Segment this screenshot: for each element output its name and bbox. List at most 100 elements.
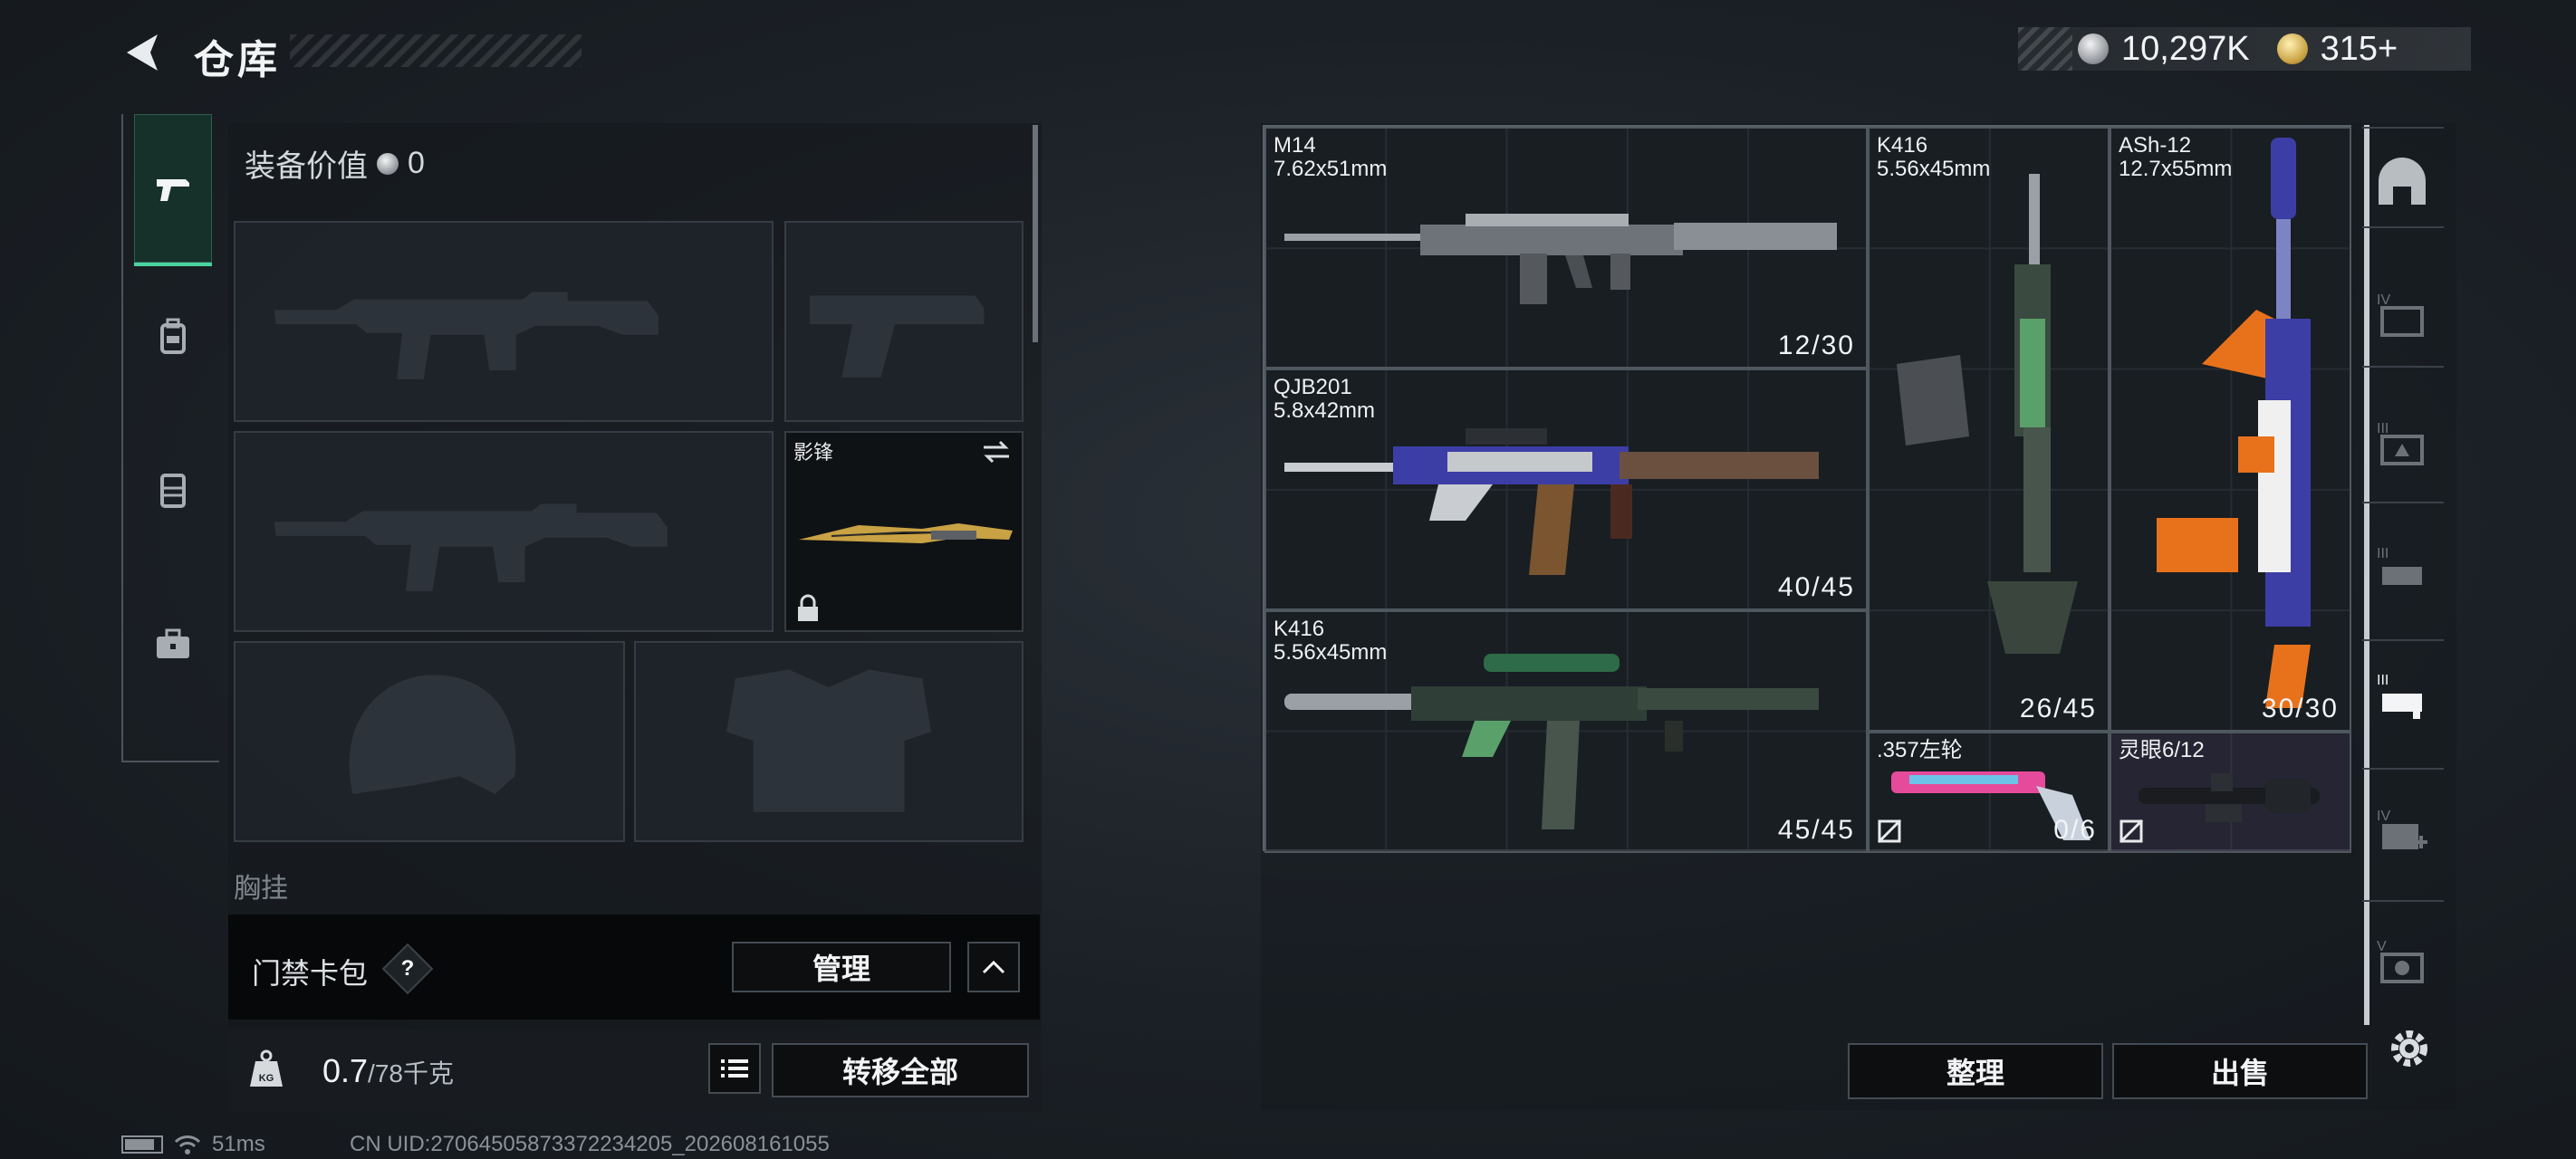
weight-max: /78千克: [368, 1059, 454, 1087]
rifle-placeholder-icon: [274, 292, 658, 379]
briefcase-icon: [157, 628, 189, 658]
rifle-placeholder-icon: [274, 503, 668, 591]
currency-decoration: [2018, 27, 2072, 71]
stash-item-k416-a[interactable]: K416 5.56x45mm 45/45: [1264, 610, 1868, 853]
gold-balance: 315+: [2320, 29, 2398, 68]
back-button[interactable]: [118, 25, 172, 80]
silver-balance: 10,297K: [2121, 29, 2250, 68]
stash-item-scope[interactable]: 灵眼6/12: [2110, 732, 2351, 853]
pistol-icon: [157, 179, 189, 201]
silver-coin-icon: [377, 152, 399, 175]
knife-icon: [799, 523, 1013, 543]
sell-button[interactable]: 出售: [2112, 1043, 2368, 1099]
wifi-icon: [174, 1135, 201, 1154]
svg-text:KG: KG: [259, 1073, 274, 1084]
stash-item-qjb201[interactable]: QJB201 5.8x42mm 40/45: [1264, 369, 1868, 610]
item-count: 45/45: [1777, 815, 1855, 845]
stash-sidebar: IV III III III IV V: [2359, 123, 2446, 1029]
divider: [2362, 366, 2444, 368]
divider: [2362, 502, 2444, 503]
help-icon[interactable]: ?: [381, 943, 434, 995]
stash-page-4b-icon[interactable]: IV: [2373, 802, 2431, 860]
keycard-label: 门禁卡包: [252, 957, 369, 990]
page-title: 仓库: [194, 38, 281, 82]
stash-page-3b-icon[interactable]: III: [2373, 540, 2431, 598]
scope-icon: [2139, 773, 2320, 822]
stash-item-m14[interactable]: M14 7.62x51mm 12/30: [1264, 127, 1868, 369]
gold-coin-icon: [2276, 34, 2308, 64]
swap-icon[interactable]: [980, 438, 1013, 465]
armor-placeholder-icon: [726, 669, 931, 812]
weight-bar: KG 0.7/78千克 转移全部: [228, 1029, 1042, 1112]
stash-item-ash12[interactable]: ASh-12 12.7x55mm 30/30: [2110, 127, 2351, 732]
item-count: 30/30: [2261, 694, 2339, 723]
tidy-button[interactable]: 整理: [1848, 1043, 2103, 1099]
svg-text:III: III: [2377, 673, 2389, 688]
loadout-scrollbar[interactable]: [1033, 125, 1038, 342]
divider: [2362, 127, 2444, 129]
qjb201-rifle-icon: [1284, 428, 1819, 575]
stash-item-357-revolver[interactable]: .357左轮 0/6: [1868, 732, 2110, 853]
helmet-slot[interactable]: [234, 641, 625, 842]
svg-text:V: V: [2377, 939, 2387, 954]
category-tabs: [121, 114, 219, 762]
item-count: 26/45: [2019, 694, 2097, 723]
divider: [2362, 639, 2444, 641]
user-uid: CN UID:27064505873372234205_202608161055: [350, 1132, 830, 1156]
back-arrow-icon: [127, 34, 158, 71]
list-view-button[interactable]: [708, 1043, 761, 1094]
melee-slot[interactable]: 影锋: [784, 431, 1024, 632]
melee-name: 影锋: [793, 441, 834, 464]
battery-icon: [121, 1135, 163, 1154]
k416-rifle-icon: [1284, 654, 1819, 829]
lock-icon: [798, 594, 818, 621]
stash-page-4-icon[interactable]: IV: [2373, 286, 2431, 344]
stash-home-icon[interactable]: [2373, 154, 2431, 212]
item-name: 灵眼6/12: [2119, 738, 2205, 762]
transfer-all-button[interactable]: 转移全部: [772, 1043, 1029, 1097]
stash-page-5-icon[interactable]: V: [2373, 933, 2431, 991]
list-icon: [721, 1059, 748, 1078]
ping-value: 51ms: [212, 1132, 265, 1156]
chest-rig-label: 胸挂: [234, 874, 288, 904]
ash12-rifle-icon: [2157, 138, 2311, 708]
no-ammo-icon: [1877, 819, 1902, 844]
status-bar: 51ms: [121, 1132, 265, 1157]
currency-bar: 10,297K 315+: [2018, 27, 2471, 71]
tab-vest[interactable]: [134, 440, 212, 540]
secondary-weapon-slot[interactable]: [234, 431, 774, 632]
keycard-bar: 门禁卡包 ? 管理: [228, 915, 1040, 1020]
svg-text:IV: IV: [2377, 809, 2390, 824]
collapse-button[interactable]: [967, 942, 1020, 992]
equipment-value: 装备价值 0: [245, 141, 425, 186]
k416-rifle-vertical-icon: [1897, 174, 2078, 654]
chevron-up-icon: [982, 960, 1005, 974]
settings-gear-icon[interactable]: [2384, 1023, 2435, 1074]
tab-backpack[interactable]: [134, 286, 212, 386]
kg-weight-icon: KG: [250, 1049, 283, 1087]
title-decoration: [290, 34, 582, 67]
tab-weapons[interactable]: [134, 114, 212, 266]
backpack-icon: [160, 318, 186, 354]
equipment-value-amount: 0: [408, 146, 425, 180]
svg-text:III: III: [2377, 421, 2389, 436]
item-name: M14 7.62x51mm: [1274, 133, 1388, 181]
svg-text:III: III: [2377, 546, 2389, 561]
item-count: 12/30: [1777, 330, 1855, 360]
m14-rifle-icon: [1284, 214, 1837, 304]
stash-page-3a-icon[interactable]: III: [2373, 415, 2431, 473]
svg-text:IV: IV: [2377, 292, 2390, 308]
stash-item-k416-b[interactable]: K416 5.56x45mm 26/45: [1868, 127, 2110, 732]
silver-coin-icon: [2078, 34, 2109, 64]
divider: [2362, 768, 2444, 770]
vest-icon: [160, 474, 186, 508]
stash-grid: M14 7.62x51mm 12/30 QJB201 5.8x42mm 40/45: [1263, 125, 2351, 853]
tab-case[interactable]: [134, 594, 212, 694]
item-count: 0/6: [2053, 815, 2097, 845]
stash-page-3c-icon[interactable]: III: [2373, 666, 2431, 724]
armor-slot[interactable]: [634, 641, 1024, 842]
primary-weapon-slot[interactable]: [234, 221, 774, 422]
manage-button[interactable]: 管理: [732, 942, 951, 992]
pistol-slot[interactable]: [784, 221, 1024, 422]
helmet-placeholder-icon: [349, 675, 516, 794]
